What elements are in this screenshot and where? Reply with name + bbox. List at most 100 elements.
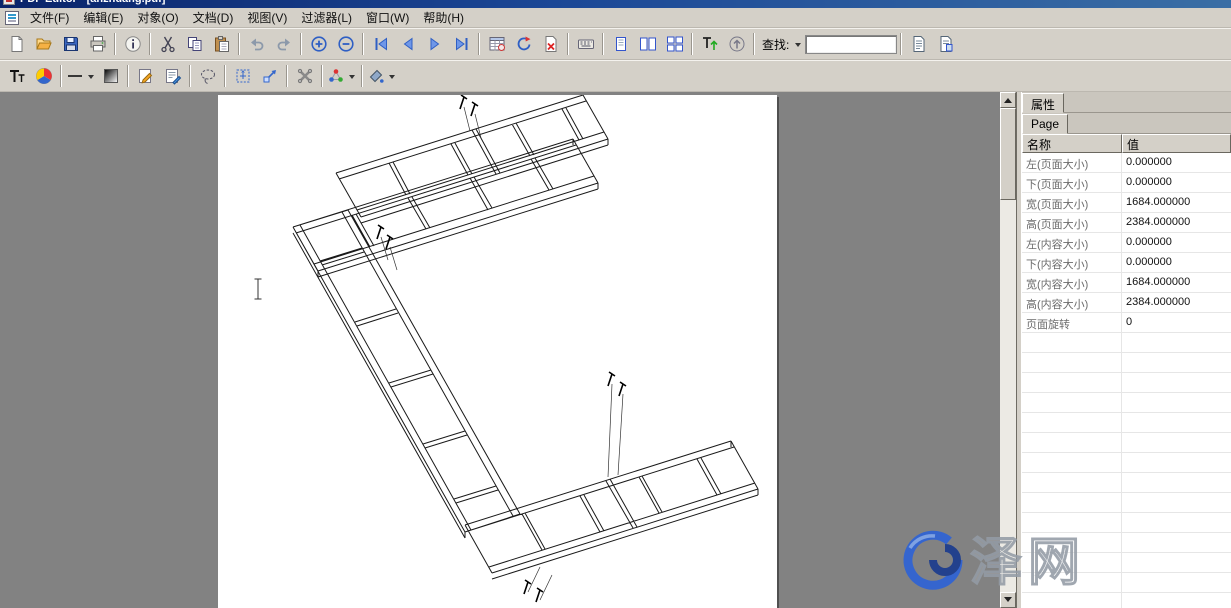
- toolbar-separator: [753, 33, 755, 55]
- color-swatches-button[interactable]: [326, 63, 346, 89]
- property-value[interactable]: 0.000000: [1122, 173, 1231, 192]
- four-page-view-button[interactable]: [661, 31, 688, 57]
- property-row[interactable]: 下(内容大小)0.000000: [1022, 253, 1231, 273]
- find-input[interactable]: [805, 35, 897, 54]
- property-value[interactable]: 1684.000000: [1122, 193, 1231, 212]
- property-value[interactable]: 0.000000: [1122, 153, 1231, 172]
- property-value[interactable]: 1684.000000: [1122, 273, 1231, 292]
- keyboard-button[interactable]: [572, 31, 599, 57]
- arrow-down-icon: [1004, 597, 1012, 606]
- first-page-button[interactable]: [367, 31, 394, 57]
- menu-edit[interactable]: 编辑(E): [76, 7, 130, 28]
- menu-window[interactable]: 窗口(W): [359, 7, 416, 28]
- next-page-button[interactable]: [421, 31, 448, 57]
- fill-bucket-button[interactable]: [366, 63, 386, 89]
- fill-gradient-button[interactable]: [97, 63, 124, 89]
- new-icon: [8, 35, 26, 53]
- menu-help[interactable]: 帮助(H): [416, 7, 471, 28]
- one-page-view-button[interactable]: [607, 31, 634, 57]
- document-canvas[interactable]: [0, 92, 1000, 608]
- rotate-icon: [515, 35, 533, 53]
- open-button[interactable]: [30, 31, 57, 57]
- property-value[interactable]: 2384.000000: [1122, 213, 1231, 232]
- zoom-in-button[interactable]: [305, 31, 332, 57]
- find-history-dropdown[interactable]: [791, 31, 805, 57]
- paste-button[interactable]: [208, 31, 235, 57]
- line-style-dropdown[interactable]: [85, 63, 97, 89]
- scroll-down-button[interactable]: [1000, 592, 1016, 608]
- save-button[interactable]: [57, 31, 84, 57]
- delete-page-button[interactable]: [537, 31, 564, 57]
- line-style-button[interactable]: [65, 63, 85, 89]
- tab-page[interactable]: Page: [1022, 114, 1068, 134]
- column-header-value[interactable]: 值: [1122, 134, 1231, 153]
- menu-filters[interactable]: 过滤器(L): [294, 7, 359, 28]
- property-row[interactable]: 左(内容大小)0.000000: [1022, 233, 1231, 253]
- fill-bucket-dropdown[interactable]: [386, 63, 398, 89]
- first-page-icon: [372, 35, 390, 53]
- scrollbar-thumb[interactable]: [1000, 108, 1016, 200]
- doc-text-icon: [910, 35, 928, 53]
- doc-report-button[interactable]: [932, 31, 959, 57]
- edit-text-button[interactable]: [159, 63, 186, 89]
- column-header-name[interactable]: 名称: [1022, 134, 1122, 153]
- color-swatches-dropdown[interactable]: [346, 63, 358, 89]
- toolbar-separator: [224, 65, 226, 87]
- property-name: 高(内容大小): [1022, 293, 1122, 312]
- edit-object-button[interactable]: [132, 63, 159, 89]
- upload-button[interactable]: [723, 31, 750, 57]
- prev-page-button[interactable]: [394, 31, 421, 57]
- last-page-button[interactable]: [448, 31, 475, 57]
- two-page-view-button[interactable]: [634, 31, 661, 57]
- property-value[interactable]: 0.000000: [1122, 253, 1231, 272]
- scrollbar-track[interactable]: [1000, 108, 1016, 592]
- paste-icon: [213, 35, 231, 53]
- property-row[interactable]: 宽(页面大小)1684.000000: [1022, 193, 1231, 213]
- scroll-up-button[interactable]: [1000, 92, 1016, 108]
- pdf-page[interactable]: [218, 95, 777, 608]
- document-menu-icon[interactable]: [5, 11, 19, 25]
- info-button[interactable]: [119, 31, 146, 57]
- add-text-icon: [8, 67, 26, 85]
- property-row[interactable]: 左(页面大小)0.000000: [1022, 153, 1231, 173]
- redo-button[interactable]: [270, 31, 297, 57]
- rotate-page-button[interactable]: [510, 31, 537, 57]
- add-text-button[interactable]: [3, 63, 30, 89]
- menu-document[interactable]: 文档(D): [186, 7, 241, 28]
- cut-button[interactable]: [154, 31, 181, 57]
- property-row[interactable]: 下(页面大小)0.000000: [1022, 173, 1231, 193]
- property-row[interactable]: 宽(内容大小)1684.000000: [1022, 273, 1231, 293]
- property-row[interactable]: 页面旋转0: [1022, 313, 1231, 333]
- menu-view[interactable]: 视图(V): [240, 7, 294, 28]
- doc-text-button[interactable]: [905, 31, 932, 57]
- transform-arrow-button[interactable]: [256, 63, 283, 89]
- page-table-button[interactable]: [483, 31, 510, 57]
- property-name: 宽(内容大小): [1022, 273, 1122, 292]
- lasso-button[interactable]: [194, 63, 221, 89]
- property-value[interactable]: 0: [1122, 313, 1231, 332]
- property-row[interactable]: 高(页面大小)2384.000000: [1022, 213, 1231, 233]
- tools-wrench-button[interactable]: [291, 63, 318, 89]
- toolbar-separator: [567, 33, 569, 55]
- text-export-button[interactable]: [696, 31, 723, 57]
- toolbar-separator: [114, 33, 116, 55]
- undo-button[interactable]: [243, 31, 270, 57]
- property-row[interactable]: 高(内容大小)2384.000000: [1022, 293, 1231, 313]
- menu-object[interactable]: 对象(O): [130, 7, 185, 28]
- zoom-out-button[interactable]: [332, 31, 359, 57]
- tab-properties[interactable]: 属性: [1022, 93, 1064, 113]
- color-wheel-button[interactable]: [30, 63, 57, 89]
- copy-button[interactable]: [181, 31, 208, 57]
- new-button[interactable]: [3, 31, 30, 57]
- fill-gradient-icon: [102, 67, 120, 85]
- color-swatches-icon: [327, 67, 345, 85]
- menu-file[interactable]: 文件(F): [23, 7, 76, 28]
- vertical-scrollbar[interactable]: [1000, 92, 1016, 608]
- property-value[interactable]: 0.000000: [1122, 233, 1231, 252]
- transform-grid-button[interactable]: [229, 63, 256, 89]
- print-button[interactable]: [84, 31, 111, 57]
- property-value[interactable]: 2384.000000: [1122, 293, 1231, 312]
- info-icon: [124, 35, 142, 53]
- fill-bucket-icon: [367, 67, 385, 85]
- undo-icon: [248, 35, 266, 53]
